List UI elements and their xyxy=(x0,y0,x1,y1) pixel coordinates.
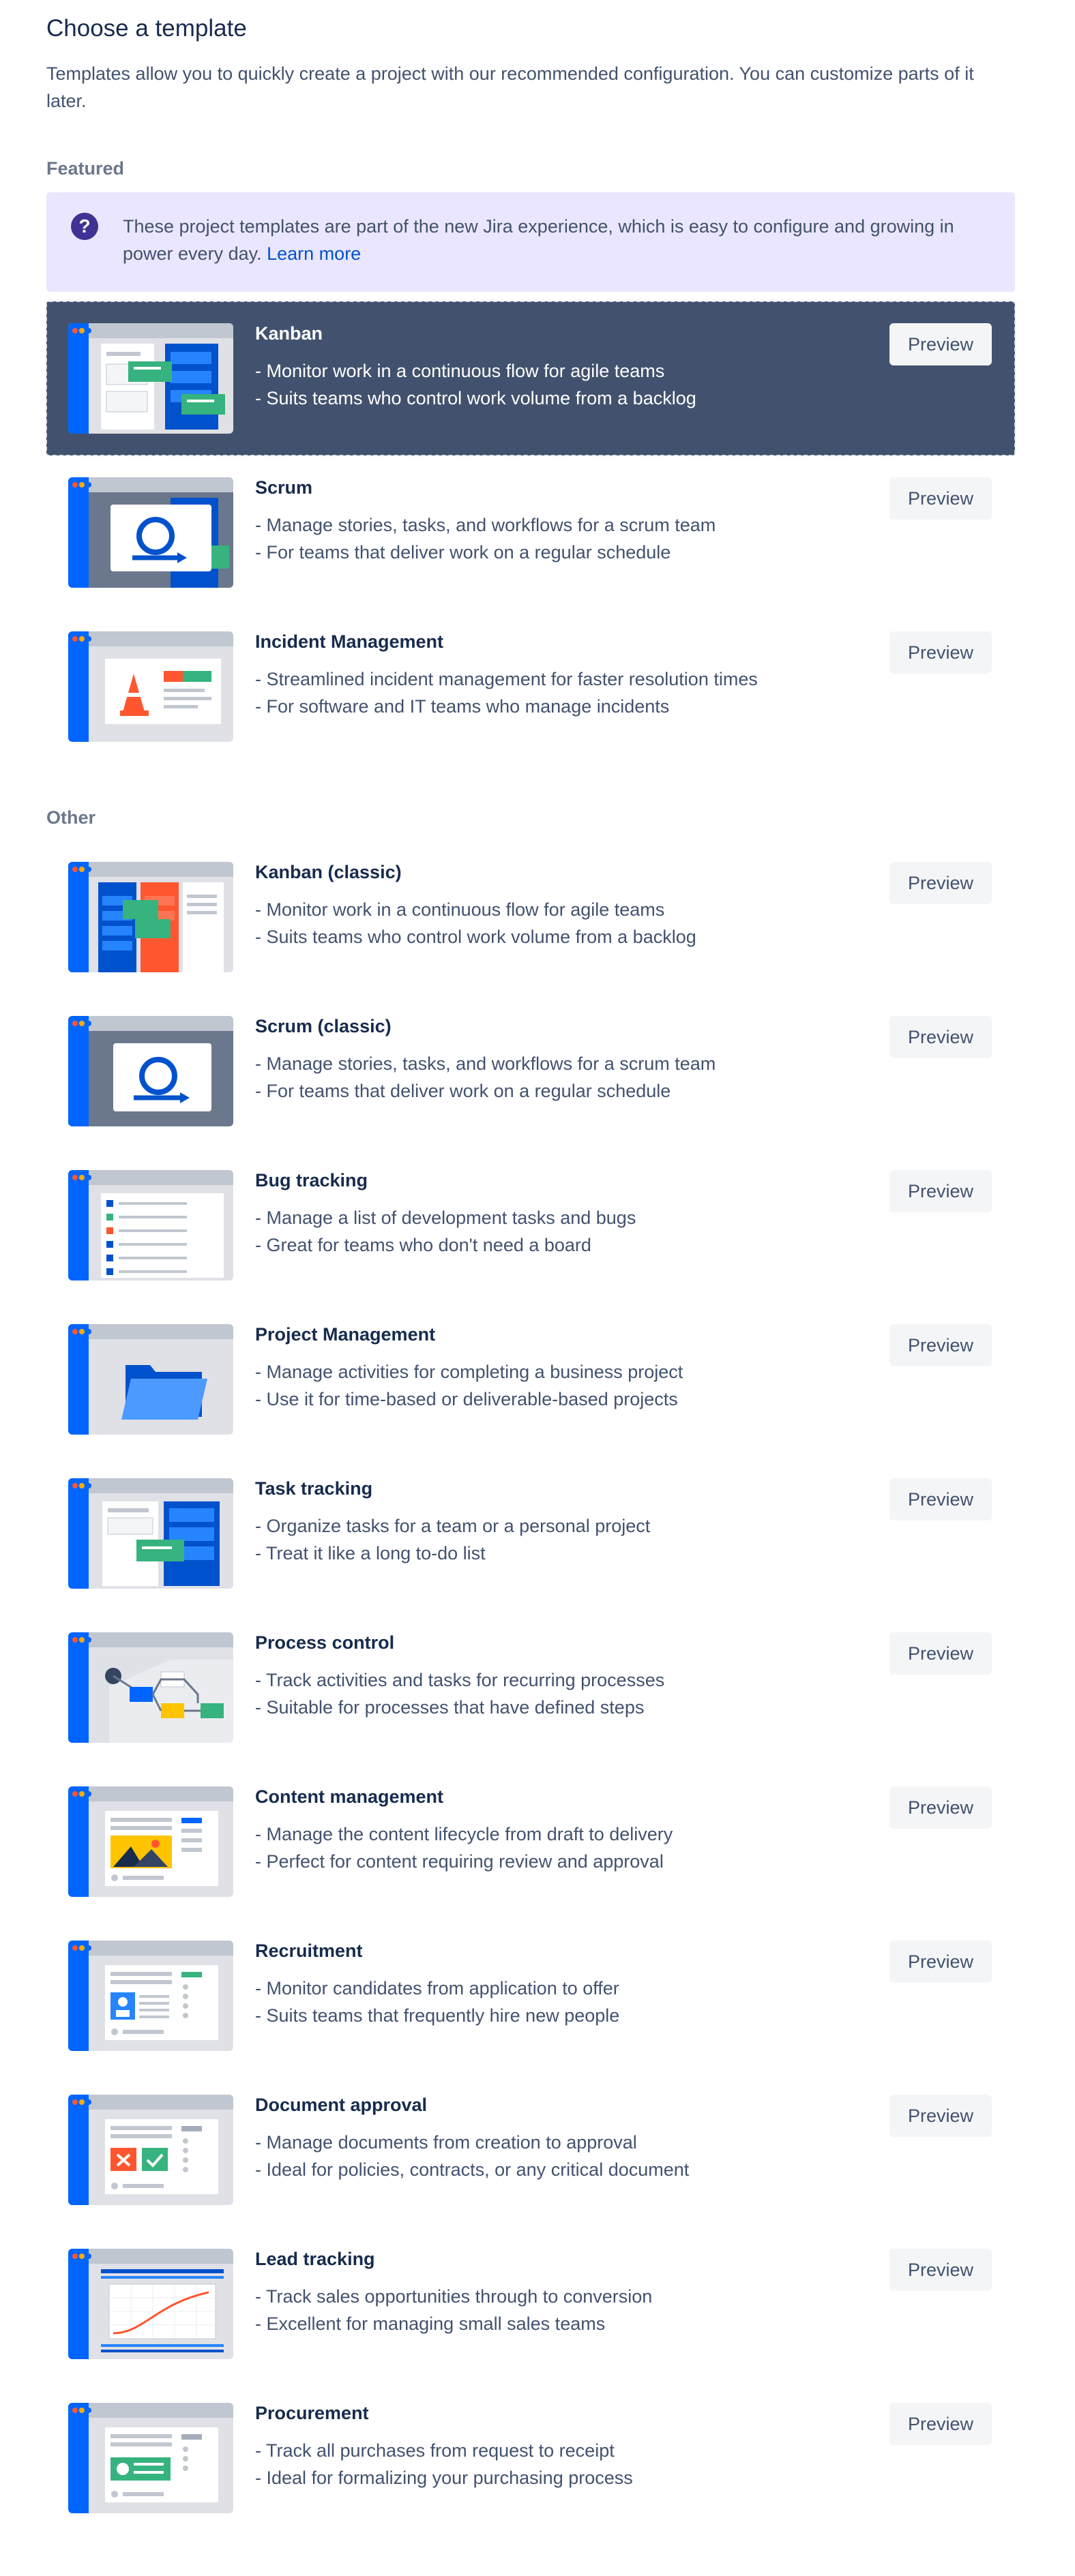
kanban-thumbnail xyxy=(68,323,233,434)
template-description-line: - Manage stories, tasks, and workflows f… xyxy=(255,1053,716,1074)
template-description-line: - Suits teams who control work volume fr… xyxy=(255,388,696,408)
template-name: Bug tracking xyxy=(255,1170,368,1190)
question-icon: ? xyxy=(71,213,98,240)
template-name: Scrum (classic) xyxy=(255,1016,392,1036)
incident-thumbnail xyxy=(68,631,233,742)
template-description-line: - Monitor work in a continuous flow for … xyxy=(255,899,665,920)
template-description-line: - Suitable for processes that have defin… xyxy=(255,1697,645,1718)
template-card-document-approval[interactable]: Document approval - Manage documents fro… xyxy=(46,2073,1015,2227)
lead-tracking-thumbnail xyxy=(68,2249,233,2359)
content-management-thumbnail xyxy=(68,1786,233,1897)
template-description-line: - Use it for time-based or deliverable-b… xyxy=(255,1389,678,1409)
template-card-recruitment[interactable]: Recruitment - Monitor candidates from ap… xyxy=(46,1919,1015,2073)
template-name: Kanban (classic) xyxy=(255,862,402,882)
template-description-line: - For teams that deliver work on a regul… xyxy=(255,1081,671,1101)
template-name: Content management xyxy=(255,1786,444,1807)
template-name: Project Management xyxy=(255,1324,436,1345)
template-description-line: - Manage the content lifecycle from draf… xyxy=(255,1824,673,1844)
template-description-line: - Manage stories, tasks, and workflows f… xyxy=(255,515,716,535)
template-description-line: - Manage activities for completing a bus… xyxy=(255,1362,683,1382)
template-description-line: - Excellent for managing small sales tea… xyxy=(255,2313,606,2334)
template-card-process-control[interactable]: Process control - Track activities and t… xyxy=(46,1611,1015,1765)
template-description-line: - Suits teams who control work volume fr… xyxy=(255,927,696,947)
learn-more-link[interactable]: Learn more xyxy=(267,243,361,264)
scrum-classic-thumbnail xyxy=(68,1016,233,1126)
preview-button[interactable]: Preview xyxy=(889,1786,992,1829)
template-description-line: - Treat it like a long to-do list xyxy=(255,1543,486,1563)
template-card-procurement[interactable]: Procurement - Track all purchases from r… xyxy=(46,2381,1015,2535)
preview-button[interactable]: Preview xyxy=(889,2095,992,2137)
template-description-line: - Track activities and tasks for recurri… xyxy=(255,1670,665,1690)
info-banner-text: These project templates are part of the … xyxy=(123,216,954,264)
template-name: Kanban xyxy=(255,323,323,344)
template-card-bug-tracking[interactable]: Bug tracking - Manage a list of developm… xyxy=(46,1148,1015,1302)
template-description-line: - Monitor candidates from application to… xyxy=(255,1978,619,1998)
task-tracking-thumbnail xyxy=(68,1478,233,1589)
template-name: Scrum xyxy=(255,477,313,498)
template-description-line: - Track all purchases from request to re… xyxy=(255,2440,615,2461)
process-control-thumbnail xyxy=(68,1632,233,1743)
project-management-thumbnail xyxy=(68,1324,233,1435)
template-description-line: - Monitor work in a continuous flow for … xyxy=(255,361,665,381)
template-description-line: - Ideal for policies, contracts, or any … xyxy=(255,2159,690,2180)
template-card-kanban-classic[interactable]: Kanban (classic) - Monitor work in a con… xyxy=(46,840,1015,994)
template-description-line: - Suits teams that frequently hire new p… xyxy=(255,2005,620,2026)
template-card-project-management[interactable]: Project Management - Manage activities f… xyxy=(46,1302,1015,1456)
template-card-scrum-classic[interactable]: Scrum (classic) - Manage stories, tasks,… xyxy=(46,994,1015,1148)
scrum-thumbnail xyxy=(68,477,233,588)
template-description-line: - Manage a list of development tasks and… xyxy=(255,1208,636,1228)
preview-button[interactable]: Preview xyxy=(889,1324,992,1366)
document-approval-thumbnail xyxy=(68,2095,233,2205)
preview-button[interactable]: Preview xyxy=(889,2249,992,2291)
template-description-line: - For software and IT teams who manage i… xyxy=(255,696,670,717)
template-name: Process control xyxy=(255,1632,395,1653)
template-description-line: - Ideal for formalizing your purchasing … xyxy=(255,2468,633,2488)
template-description-line: - Perfect for content requiring review a… xyxy=(255,1851,664,1872)
template-description-line: - Streamlined incident management for fa… xyxy=(255,669,758,689)
template-description-line: - Organize tasks for a team or a persona… xyxy=(255,1516,651,1536)
new-jira-info-banner: ? These project templates are part of th… xyxy=(46,192,1015,292)
template-description-line: - Great for teams who don't need a board xyxy=(255,1235,591,1255)
template-description-line: - For teams that deliver work on a regul… xyxy=(255,542,671,563)
preview-button[interactable]: Preview xyxy=(889,631,992,674)
other-section-label: Other xyxy=(46,807,96,828)
preview-button[interactable]: Preview xyxy=(889,862,992,904)
preview-button[interactable]: Preview xyxy=(889,1632,992,1675)
template-card-task-tracking[interactable]: Task tracking - Organize tasks for a tea… xyxy=(46,1456,1015,1611)
template-card-lead-tracking[interactable]: Lead tracking - Track sales opportunitie… xyxy=(46,2227,1015,2381)
bug-tracking-thumbnail xyxy=(68,1170,233,1280)
template-card-kanban[interactable]: Kanban - Monitor work in a continuous fl… xyxy=(46,301,1016,456)
template-description-line: - Manage documents from creation to appr… xyxy=(255,2132,637,2153)
preview-button[interactable]: Preview xyxy=(889,323,992,365)
template-name: Lead tracking xyxy=(255,2249,375,2269)
template-card-scrum[interactable]: Scrum - Manage stories, tasks, and workf… xyxy=(46,455,1015,610)
kanban-classic-thumbnail xyxy=(68,862,233,972)
template-name: Recruitment xyxy=(255,1941,363,1961)
template-description-line: - Track sales opportunities through to c… xyxy=(255,2286,653,2307)
featured-section-label: Featured xyxy=(46,158,125,179)
template-name: Document approval xyxy=(255,2095,428,2115)
template-chooser: Choose a template Templates allow you to… xyxy=(0,0,1075,2576)
page-title: Choose a template xyxy=(46,15,247,42)
template-name: Task tracking xyxy=(255,1478,373,1499)
page-description: Templates allow you to quickly create a … xyxy=(46,63,974,111)
template-name: Procurement xyxy=(255,2403,369,2423)
template-card-content-management[interactable]: Content management - Manage the content … xyxy=(46,1765,1015,1919)
template-name: Incident Management xyxy=(255,631,444,652)
template-card-incident-management[interactable]: Incident Management - Streamlined incide… xyxy=(46,610,1015,764)
preview-button[interactable]: Preview xyxy=(889,2403,992,2445)
recruitment-thumbnail xyxy=(68,1941,233,2051)
preview-button[interactable]: Preview xyxy=(889,1170,992,1212)
preview-button[interactable]: Preview xyxy=(889,1016,992,1058)
preview-button[interactable]: Preview xyxy=(889,1478,992,1521)
preview-button[interactable]: Preview xyxy=(889,1941,992,1983)
procurement-thumbnail xyxy=(68,2403,233,2513)
preview-button[interactable]: Preview xyxy=(889,477,992,520)
